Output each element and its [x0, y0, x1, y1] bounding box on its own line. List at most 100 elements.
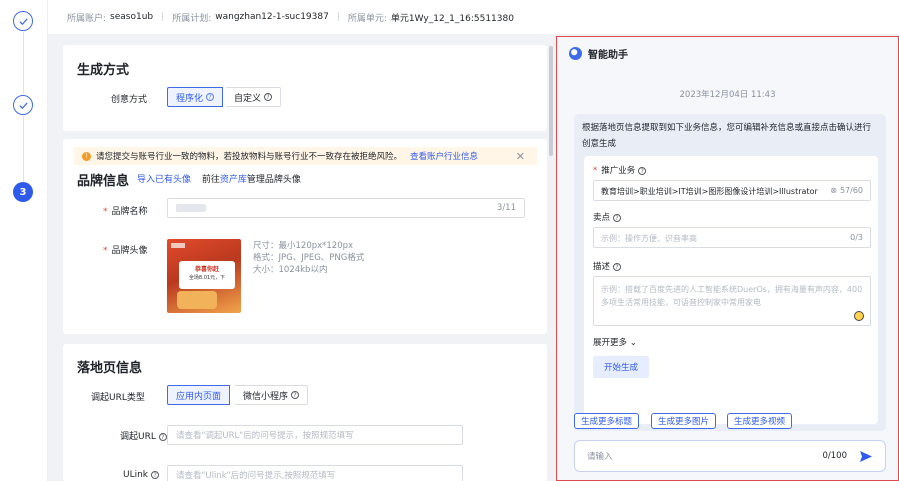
generate-method-title: 生成方式: [77, 63, 130, 78]
assistant-message-text: 根据落地页信息提取到如下业务信息，您可编辑补充信息或直接点击确认进行创意生成: [582, 123, 872, 149]
url-label: 调起URL?: [120, 429, 167, 442]
url-type-wechat-miniprogram[interactable]: 微信小程序?: [235, 385, 309, 405]
brand-name-value-blurred: [176, 204, 206, 212]
brand-avatar-image[interactable]: 恭喜你赶 全场8.01元，下: [167, 239, 241, 313]
brand-name-input[interactable]: 3/11: [167, 198, 525, 218]
option-custom[interactable]: 自定义?: [226, 87, 282, 107]
brand-name-label-text: 品牌名称: [111, 207, 148, 217]
spec-filesize: 大小：1024kb以内: [253, 265, 328, 275]
expand-more[interactable]: 展开更多 ⌄: [593, 336, 637, 348]
help-icon[interactable]: ?: [206, 93, 215, 101]
spec-format: 格式：JPG、JPEG、PNG格式: [253, 253, 365, 263]
emoji-icon[interactable]: [854, 311, 864, 321]
clear-icon[interactable]: ⊗: [830, 186, 837, 195]
brand-info-card: ! 请您提交与账号行业一致的物料，若投放物料与账号行业不一致存在被拒绝风险。 查…: [63, 139, 547, 334]
generate-method-card: 生成方式 创意方式 程序化? 自定义?: [63, 45, 547, 131]
required-mark: *: [103, 246, 108, 256]
assistant-header: 智能助手: [557, 37, 898, 69]
avatar-badge: [171, 243, 185, 248]
url-input-placeholder: 请查看"调起URL"后的问号提示，按照规范填写: [176, 431, 354, 441]
ulink-label-text: ULink: [123, 470, 149, 480]
business-input[interactable]: 教育培训>职业培训>IT培训>图形图像设计培训>Illustrator ⊗ 57/…: [593, 180, 871, 201]
goto-suffix: 管理品牌头像: [246, 175, 301, 185]
option-programmatic[interactable]: 程序化?: [167, 87, 224, 107]
selling-label-text: 卖点: [593, 213, 611, 223]
asset-library-link[interactable]: 资产库: [220, 175, 247, 185]
account-value: seaso1ub: [110, 12, 154, 22]
avatar-promo-card: 恭喜你赶 全场8.01元，下: [179, 261, 235, 289]
url-type-in-app[interactable]: 应用内页面: [167, 385, 231, 405]
assistant-title: 智能助手: [588, 49, 628, 61]
ulink-input[interactable]: 请查看"Ulink"后的问号提示,按照规范填写: [167, 465, 463, 481]
step-1-check-icon[interactable]: [13, 11, 33, 31]
help-icon[interactable]: ?: [151, 471, 160, 479]
send-icon[interactable]: [859, 450, 873, 463]
warning-text: 请您提交与账号行业一致的物料，若投放物料与账号行业不一致存在被拒绝风险。: [96, 152, 403, 162]
generate-more-titles-button[interactable]: 生成更多标题: [574, 413, 640, 429]
business-label-text: 推广业务: [601, 166, 636, 176]
step-3-current[interactable]: 3: [13, 182, 33, 202]
brand-info-title: 品牌信息: [77, 174, 130, 189]
industry-warning-banner: ! 请您提交与账号行业一致的物料，若投放物料与账号行业不一致存在被拒绝风险。 查…: [74, 147, 537, 165]
step-connector: [23, 116, 24, 182]
brand-name-label: * 品牌名称: [103, 204, 148, 217]
option-programmatic-label: 程序化: [176, 93, 204, 104]
chat-input-count: 0/100: [822, 451, 848, 461]
business-info-form: * 推广业务? 教育培训>职业培训>IT培训>图形图像设计培训>Illustrat…: [584, 156, 878, 424]
unit-label: 所属单元:: [347, 13, 387, 24]
start-generate-button[interactable]: 开始生成: [593, 356, 650, 378]
business-count: 57/60: [839, 186, 863, 195]
brand-links: 导入已有头像 前往资产库管理品牌头像: [137, 172, 301, 185]
assistant-message-bubble: 根据落地页信息提取到如下业务信息，您可编辑补充信息或直接点击确认进行创意生成 *…: [574, 114, 886, 431]
help-icon[interactable]: ?: [291, 391, 300, 399]
view-industry-link[interactable]: 查看账户行业信息: [410, 150, 478, 162]
desc-placeholder: 示例：搭载了百度先进的人工智能系统DuerOs，拥有海量有声内容，400多项生活…: [601, 285, 863, 307]
help-icon[interactable]: ?: [158, 433, 167, 441]
unit-value: 单元1Wy_12_1_16:5511380: [390, 13, 514, 24]
url-type-in-app-label: 应用内页面: [176, 391, 222, 402]
help-icon[interactable]: ?: [264, 93, 273, 101]
separator: |: [336, 12, 340, 22]
help-icon[interactable]: ?: [613, 214, 622, 222]
plan-label: 所属计划:: [172, 13, 212, 24]
help-icon[interactable]: ?: [638, 167, 647, 175]
message-timestamp: 2023年12月04日 11:43: [679, 90, 776, 100]
generate-more-images-button[interactable]: 生成更多图片: [651, 413, 717, 429]
step-connector: [23, 32, 24, 94]
chat-input[interactable]: 请输入 0/100: [574, 440, 886, 472]
option-custom-label: 自定义: [234, 93, 262, 104]
url-label-text: 调起URL: [120, 432, 156, 442]
expand-more-label: 展开更多: [593, 338, 628, 348]
spec-size: 尺寸：最小120px*120px: [253, 241, 354, 251]
selling-placeholder: 示例：操作方便、识音率高: [601, 234, 697, 243]
description-textarea[interactable]: 示例：搭载了百度先进的人工智能系统DuerOs，拥有海量有声内容，400多项生活…: [593, 276, 871, 326]
chat-input-placeholder: 请输入: [587, 452, 613, 462]
landing-page-card: 落地页信息 调起URL类型 应用内页面 微信小程序? 调起URL? 请查看"调起…: [63, 344, 547, 481]
avatar-specs: 尺寸：最小120px*120px 格式：JPG、JPEG、PNG格式 大小：10…: [253, 240, 364, 276]
url-input[interactable]: 请查看"调起URL"后的问号提示，按照规范填写: [167, 425, 463, 445]
step-2-check-icon[interactable]: [13, 95, 33, 115]
landing-page-title: 落地页信息: [77, 361, 143, 376]
ulink-label: ULink?: [123, 470, 160, 480]
ulink-input-placeholder: 请查看"Ulink"后的问号提示,按照规范填写: [176, 471, 336, 481]
creative-method-label: 创意方式: [111, 95, 148, 105]
form-scrollbar[interactable]: [549, 46, 553, 156]
help-icon[interactable]: ?: [613, 263, 622, 271]
separator: |: [161, 12, 165, 22]
steps-rail: 3: [0, 0, 48, 481]
plan-value: wangzhan12-1-suc19387: [215, 12, 329, 22]
desc-label-text: 描述: [593, 262, 611, 272]
import-avatar-link[interactable]: 导入已有头像: [137, 175, 191, 185]
selling-point-label: 卖点?: [593, 211, 622, 223]
close-icon[interactable]: ✕: [516, 150, 525, 163]
url-type-label: 调起URL类型: [91, 393, 145, 403]
generate-more-videos-button[interactable]: 生成更多视频: [727, 413, 793, 429]
assistant-logo-icon: [569, 46, 582, 60]
business-count-wrap: ⊗ 57/60: [827, 186, 863, 195]
selling-point-input[interactable]: 示例：操作方便、识音率高 0/3: [593, 227, 871, 248]
brand-name-count: 3/11: [496, 203, 516, 213]
description-label: 描述?: [593, 260, 622, 272]
business-value: 教育培训>职业培训>IT培训>图形图像设计培训>Illustrator: [601, 187, 818, 196]
chevron-down-icon: ⌄: [629, 338, 637, 348]
required-mark: *: [593, 166, 598, 176]
